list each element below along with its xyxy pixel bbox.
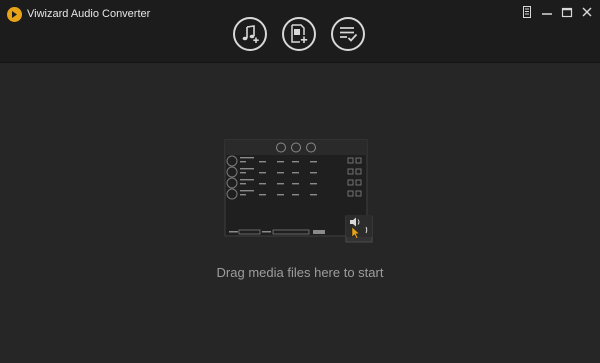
close-icon[interactable]	[579, 4, 595, 20]
add-file-icon	[291, 24, 308, 43]
title-bar: Viwizard Audio Converter	[0, 0, 600, 63]
drag-drop-illustration	[224, 139, 373, 243]
add-music-button[interactable]	[233, 17, 267, 51]
app-logo-icon	[7, 7, 22, 22]
converted-list-icon	[340, 27, 358, 42]
drop-hint: Drag media files here to start	[216, 265, 384, 280]
minimize-icon[interactable]	[539, 4, 555, 20]
app-title: Viwizard Audio Converter	[27, 8, 151, 20]
maximize-icon[interactable]	[559, 4, 575, 20]
add-file-button[interactable]	[282, 17, 316, 51]
menu-icon[interactable]	[519, 4, 535, 20]
add-music-icon	[242, 25, 259, 43]
converted-list-button[interactable]	[331, 17, 365, 51]
